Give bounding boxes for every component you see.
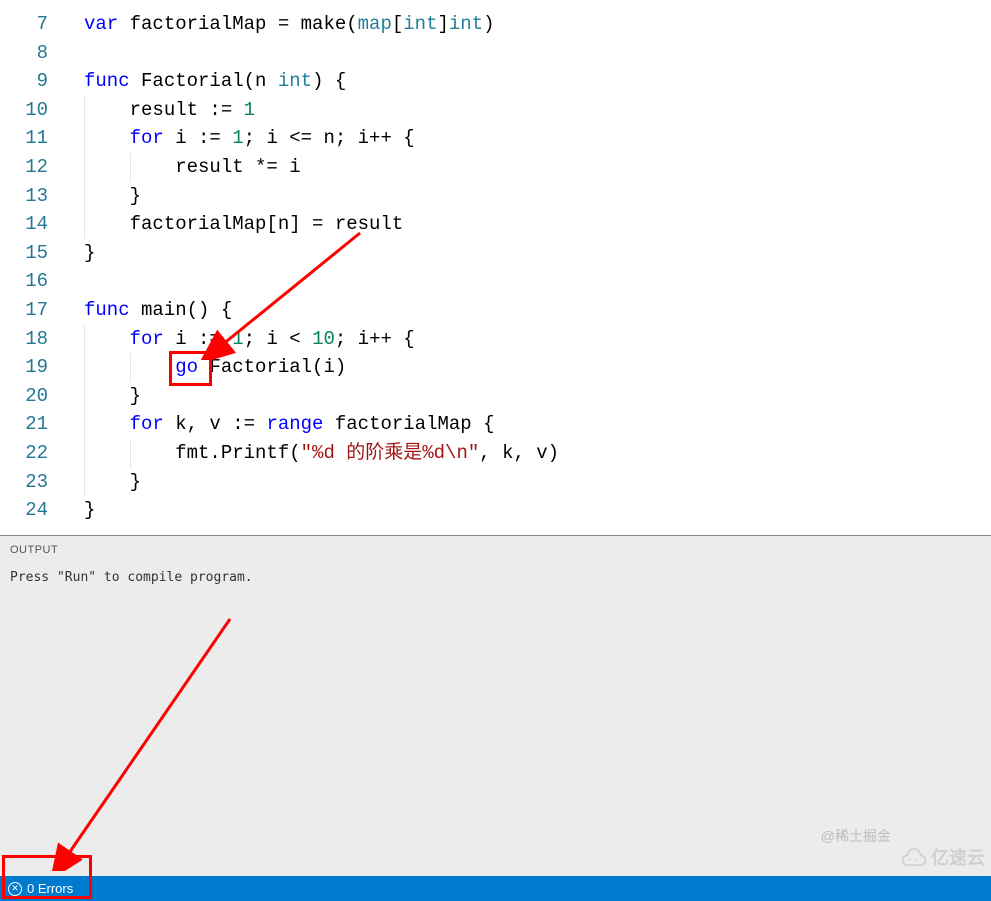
annotation-arrow-to-errors xyxy=(45,611,245,871)
line-number: 17 xyxy=(0,296,48,325)
code-line[interactable]: func Factorial(n int) { xyxy=(84,67,991,96)
line-number: 16 xyxy=(0,267,48,296)
watermark-yisu: 亿速云 xyxy=(901,844,985,870)
line-number: 13 xyxy=(0,182,48,211)
code-line[interactable]: } xyxy=(84,382,991,411)
code-line[interactable]: var factorialMap = make(map[int]int) xyxy=(84,10,991,39)
line-number: 8 xyxy=(0,39,48,68)
line-number: 15 xyxy=(0,239,48,268)
output-message: Press "Run" to compile program. xyxy=(10,570,981,585)
code-line[interactable]: } xyxy=(84,468,991,497)
status-bar[interactable]: ✕ 0 Errors xyxy=(0,876,991,901)
code-line[interactable]: factorialMap[n] = result xyxy=(84,210,991,239)
cloud-icon xyxy=(901,848,927,866)
code-line[interactable]: go Factorial(i) xyxy=(84,353,991,382)
watermark-yisu-text: 亿速云 xyxy=(931,844,985,870)
line-number: 14 xyxy=(0,210,48,239)
line-number: 23 xyxy=(0,468,48,497)
code-line[interactable]: for i := 1; i <= n; i++ { xyxy=(84,124,991,153)
code-line[interactable] xyxy=(84,267,991,296)
line-number: 24 xyxy=(0,496,48,525)
error-icon: ✕ xyxy=(8,882,22,896)
code-line[interactable]: for i := 1; i < 10; i++ { xyxy=(84,325,991,354)
code-line[interactable]: for k, v := range factorialMap { xyxy=(84,410,991,439)
watermark-juejin: @稀土掘金 xyxy=(821,826,891,846)
code-line[interactable]: result *= i xyxy=(84,153,991,182)
line-number: 10 xyxy=(0,96,48,125)
output-panel: OUTPUT Press "Run" to compile program. @… xyxy=(0,535,991,876)
code-line[interactable]: } xyxy=(84,496,991,525)
line-number: 7 xyxy=(0,10,48,39)
line-number: 22 xyxy=(0,439,48,468)
code-line[interactable]: } xyxy=(84,182,991,211)
line-number: 18 xyxy=(0,325,48,354)
code-line[interactable]: result := 1 xyxy=(84,96,991,125)
output-panel-title: OUTPUT xyxy=(10,544,981,556)
line-number: 12 xyxy=(0,153,48,182)
line-number-gutter: 789101112131415161718192021222324 xyxy=(0,0,62,535)
errors-count-label: 0 Errors xyxy=(27,881,73,896)
code-line[interactable]: } xyxy=(84,239,991,268)
line-number: 20 xyxy=(0,382,48,411)
code-content[interactable]: var factorialMap = make(map[int]int) func… xyxy=(62,0,991,535)
line-number: 11 xyxy=(0,124,48,153)
line-number: 19 xyxy=(0,353,48,382)
code-line[interactable]: fmt.Printf("%d 的阶乘是%d\n", k, v) xyxy=(84,439,991,468)
code-line[interactable]: func main() { xyxy=(84,296,991,325)
errors-status-item[interactable]: ✕ 0 Errors xyxy=(8,881,73,896)
line-number: 9 xyxy=(0,67,48,96)
code-editor[interactable]: 789101112131415161718192021222324 var fa… xyxy=(0,0,991,535)
line-number: 21 xyxy=(0,410,48,439)
code-line[interactable] xyxy=(84,39,991,68)
